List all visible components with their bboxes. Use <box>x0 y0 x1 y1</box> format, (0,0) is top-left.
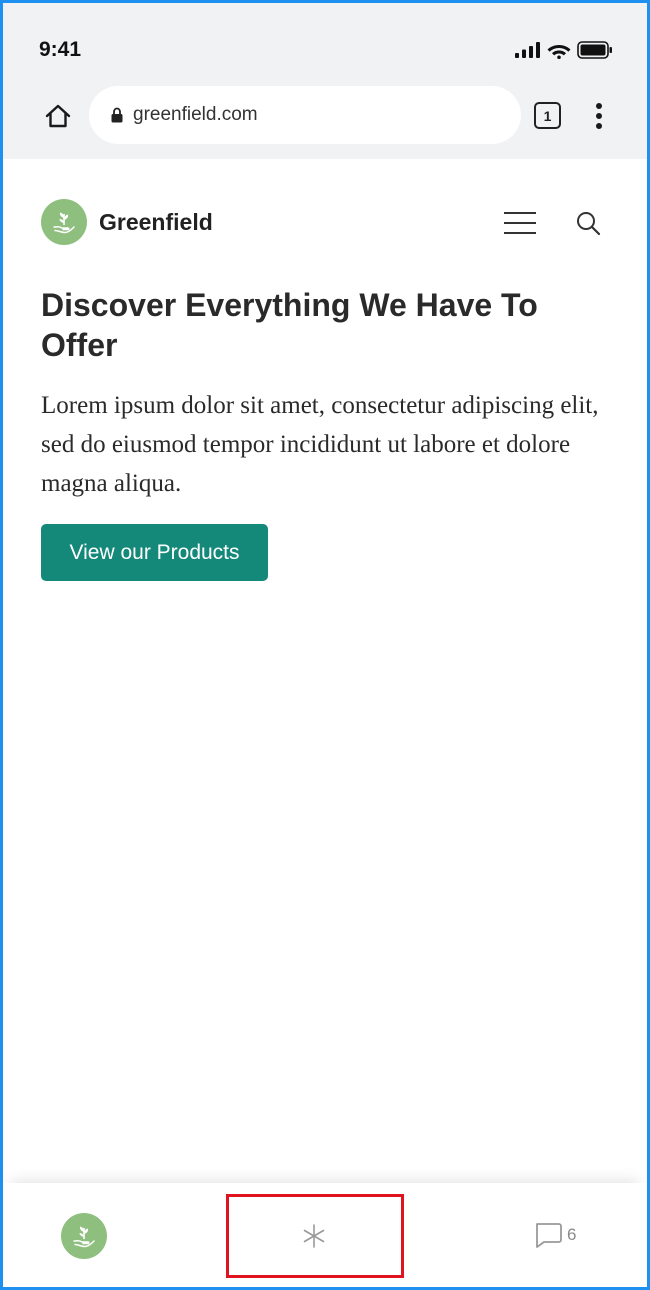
battery-icon <box>577 41 612 59</box>
address-bar[interactable]: greenfield.com <box>89 86 521 144</box>
home-icon[interactable] <box>43 101 73 131</box>
status-icons <box>515 41 613 59</box>
status-time: 9:41 <box>39 38 82 61</box>
url-text: greenfield.com <box>133 104 258 125</box>
bottom-toolbar: 6 <box>3 1183 647 1287</box>
more-vert-icon[interactable] <box>593 101 605 131</box>
hero-title: Discover Everything We Have To Offer <box>41 287 538 363</box>
signal-icon <box>515 42 540 58</box>
wifi-icon <box>547 44 571 59</box>
brand-name[interactable]: Greenfield <box>99 209 213 236</box>
sparkle-icon[interactable] <box>301 1223 327 1249</box>
plant-hand-icon <box>73 1226 95 1248</box>
search-icon[interactable] <box>575 210 601 236</box>
comments-button[interactable]: 6 <box>533 1221 576 1249</box>
hero-body: Lorem ipsum dolor sit amet, consectetur … <box>41 392 599 497</box>
tab-switcher-button[interactable]: 1 <box>534 102 561 129</box>
lock-icon <box>111 107 123 123</box>
device-frame: 9:41 greenfield.com 1 Greenfield Discove… <box>0 0 650 1290</box>
view-products-button[interactable]: View our Products <box>41 524 268 581</box>
comment-count: 6 <box>567 1225 577 1244</box>
comment-icon <box>536 1223 562 1248</box>
logo-icon[interactable] <box>41 199 87 245</box>
plant-hand-icon <box>53 212 75 234</box>
hamburger-menu-icon[interactable] <box>503 210 537 236</box>
logo-icon[interactable] <box>61 1213 107 1259</box>
browser-chrome: 9:41 greenfield.com 1 <box>3 3 647 159</box>
